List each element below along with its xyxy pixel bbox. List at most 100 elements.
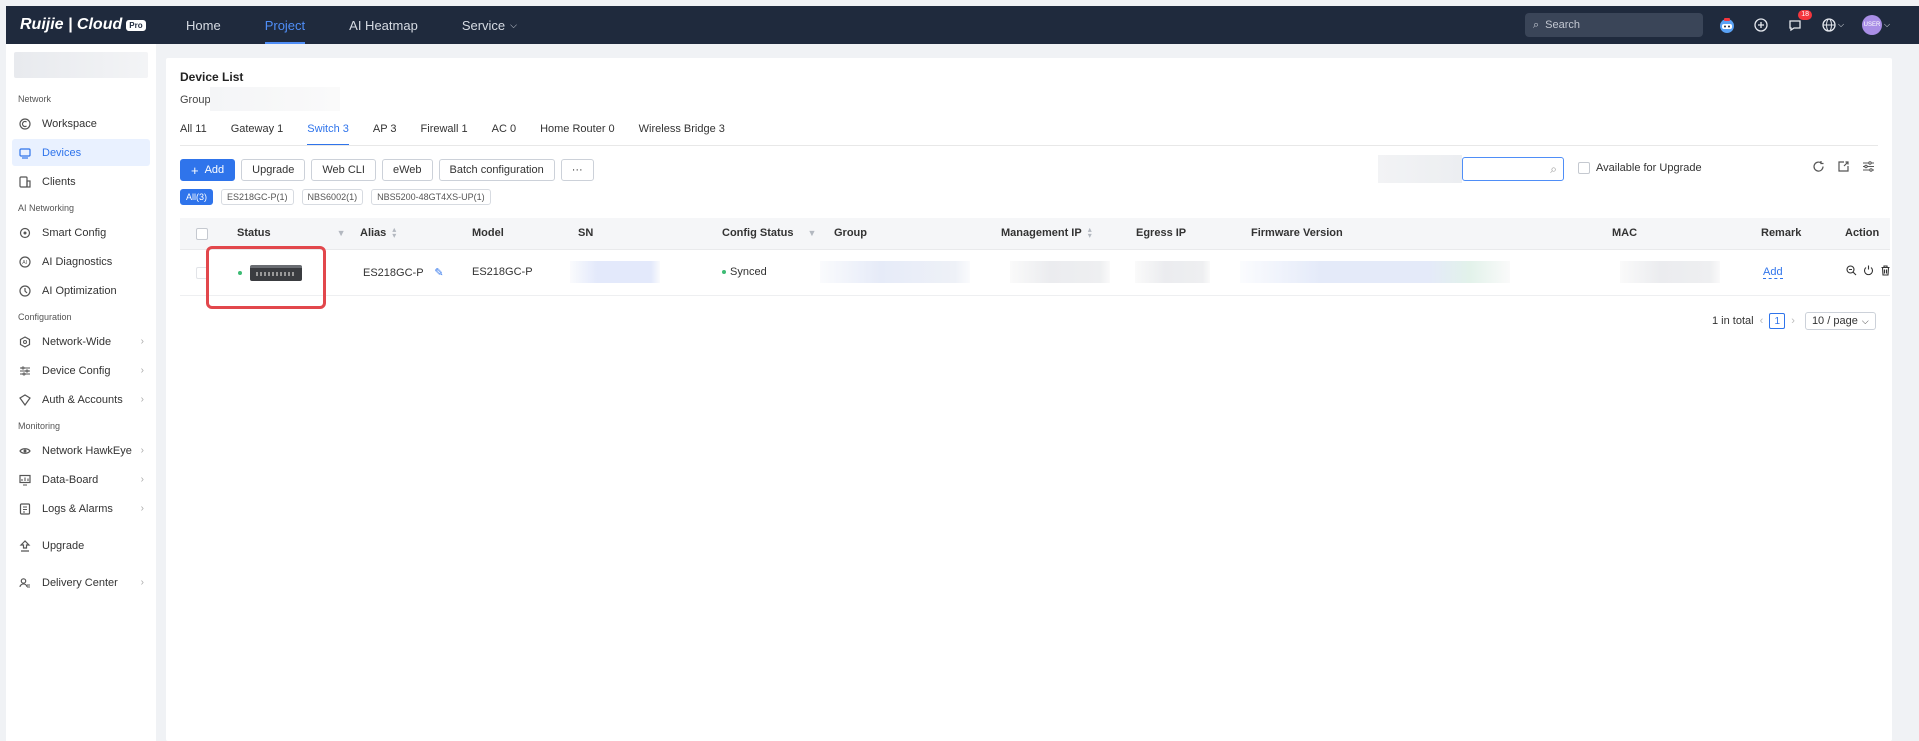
sidebar-item-network-hawkeye[interactable]: Network HawkEye › — [12, 437, 150, 464]
group-value — [210, 87, 340, 111]
sidebar-item-workspace[interactable]: Workspace — [12, 110, 150, 137]
sidebar-item-auth-accounts[interactable]: Auth & Accounts › — [12, 386, 150, 413]
tab-wireless-bridge[interactable]: Wireless Bridge 3 — [639, 120, 725, 146]
nav-service[interactable]: Service ⌵ — [440, 6, 539, 44]
chip-nbs5200[interactable]: NBS5200-48GT4XS-UP(1) — [371, 189, 491, 205]
filter-icon[interactable]: ▼ — [337, 228, 346, 238]
edit-pencil-icon[interactable]: ✎ — [434, 267, 443, 279]
col-management-ip: Management IP ▴ ▾ — [1001, 226, 1092, 240]
sidebar-item-network-wide[interactable]: Network-Wide › — [12, 328, 150, 355]
sidebar-item-label: Data-Board — [42, 473, 99, 486]
zoom-detail-icon[interactable] — [1846, 265, 1857, 279]
col-sn: SN — [578, 227, 594, 239]
search-placeholder: Search — [1545, 19, 1581, 31]
chevron-right-icon: › — [140, 365, 144, 376]
logs-alarms-icon — [18, 502, 32, 516]
remark-add-link[interactable]: Add — [1763, 266, 1783, 279]
search-icon: ⌕ — [1550, 161, 1557, 176]
chip-es218gc-p[interactable]: ES218GC-P(1) — [221, 189, 294, 205]
add-circle-icon[interactable] — [1751, 15, 1771, 35]
nav-service-label: Service — [461, 17, 506, 33]
device-list-panel: Device List Group All 11 Gateway 1 Switc… — [166, 58, 1892, 741]
tab-firewall[interactable]: Firewall 1 — [421, 120, 468, 146]
config-status-value: Synced — [730, 266, 767, 278]
sidebar-item-ai-optimization[interactable]: AI Optimization — [12, 277, 150, 304]
device-config-icon — [18, 364, 32, 378]
batch-configuration-button[interactable]: Batch configuration — [438, 159, 555, 181]
toolbar: + Add Upgrade Web CLI eWeb Batch configu… — [180, 159, 594, 181]
sidebar-item-ai-diagnostics[interactable]: AI AI Diagnostics — [12, 248, 150, 275]
table-row[interactable]: ES218GC-P ✎ ES218GC-P Synced Add — [180, 250, 1890, 296]
tab-ap[interactable]: AP 3 — [373, 120, 397, 146]
pagination: 1 in total ‹ 1 › 10 / page ⌵ — [1712, 312, 1876, 330]
export-icon[interactable] — [1837, 160, 1850, 176]
tab-gateway[interactable]: Gateway 1 — [231, 120, 284, 146]
reboot-icon[interactable] — [1863, 265, 1874, 279]
tab-all[interactable]: All 11 — [180, 120, 207, 146]
notification-badge: 18 — [1798, 10, 1812, 20]
col-status: Status ▼ — [237, 227, 346, 239]
chevron-down-icon: ⌵ — [1883, 20, 1891, 29]
refresh-icon[interactable] — [1812, 160, 1825, 176]
search-scope-select[interactable] — [1378, 155, 1462, 183]
group-value-cell — [820, 261, 970, 283]
more-button[interactable]: ··· — [560, 159, 594, 181]
sidebar-item-label: Upgrade — [42, 539, 85, 552]
sidebar-item-label: Workspace — [42, 117, 97, 130]
upgrade-button[interactable]: Upgrade — [241, 159, 306, 181]
sort-icon[interactable]: ▴ ▾ — [1088, 226, 1092, 240]
chip-all[interactable]: All(3) — [180, 189, 214, 205]
nav-ai-heatmap[interactable]: AI Heatmap — [327, 6, 440, 44]
delete-icon[interactable] — [1880, 265, 1891, 279]
col-status-label: Status — [237, 227, 271, 239]
column-settings-icon[interactable] — [1862, 160, 1875, 176]
page-title: Device List — [180, 70, 244, 84]
global-search[interactable]: ⌕ Search — [1525, 13, 1703, 37]
sidebar-item-logs-alarms[interactable]: Logs & Alarms › — [12, 495, 150, 522]
mac-value — [1620, 261, 1720, 283]
sidebar-item-devices[interactable]: Devices — [12, 139, 150, 166]
page-size-select[interactable]: 10 / page ⌵ — [1804, 312, 1876, 330]
sidebar: Network Workspace Devices Clients AI Net… — [6, 44, 156, 741]
ai-diagnostics-icon: AI — [18, 255, 32, 269]
tab-switch[interactable]: Switch 3 — [307, 120, 349, 146]
available-for-upgrade-filter[interactable]: Available for Upgrade — [1578, 162, 1702, 174]
page-number[interactable]: 1 — [1769, 313, 1786, 329]
eweb-button[interactable]: eWeb — [381, 159, 433, 181]
web-cli-button[interactable]: Web CLI — [311, 159, 376, 181]
section-monitoring: Monitoring — [18, 421, 61, 431]
project-selector[interactable] — [14, 52, 148, 78]
sidebar-item-clients[interactable]: Clients — [12, 168, 150, 195]
add-device-button[interactable]: + Add — [180, 159, 236, 181]
tab-home-router[interactable]: Home Router 0 — [540, 120, 615, 146]
delivery-center-icon — [18, 576, 32, 590]
message-icon[interactable]: 18 — [1785, 10, 1812, 35]
select-all-checkbox[interactable] — [196, 228, 208, 240]
sidebar-item-data-board[interactable]: Data-Board › — [12, 466, 150, 493]
filter-icon[interactable]: ▼ — [808, 228, 817, 238]
col-alias: Alias ▴ ▾ — [360, 226, 396, 240]
next-page-icon[interactable]: › — [1791, 315, 1795, 327]
sidebar-item-delivery-center[interactable]: Delivery Center › — [12, 569, 150, 596]
sidebar-item-device-config[interactable]: Device Config › — [12, 357, 150, 384]
prev-page-icon[interactable]: ‹ — [1760, 315, 1764, 327]
logo[interactable]: Ruijie | Cloud Pro — [6, 16, 164, 34]
nav-home[interactable]: Home — [164, 6, 243, 44]
sidebar-item-upgrade[interactable]: Upgrade — [12, 532, 150, 559]
chip-nbs6002[interactable]: NBS6002(1) — [301, 189, 364, 205]
device-search-input[interactable]: ⌕ — [1462, 157, 1564, 181]
assistant-robot-icon[interactable] — [1717, 15, 1737, 35]
nav-project[interactable]: Project — [243, 6, 327, 44]
sidebar-item-smart-config[interactable]: Smart Config — [12, 219, 150, 246]
upgrade-checkbox[interactable] — [1578, 162, 1590, 174]
avatar: USER — [1861, 15, 1882, 35]
management-ip-value[interactable] — [1010, 261, 1110, 283]
section-configuration: Configuration — [18, 312, 72, 322]
tab-ac[interactable]: AC 0 — [492, 120, 516, 146]
egress-ip-value — [1135, 261, 1210, 283]
available-for-upgrade-label: Available for Upgrade — [1596, 162, 1702, 174]
user-menu[interactable]: USER ⌵ — [1861, 15, 1891, 35]
sidebar-item-label: Delivery Center — [42, 576, 118, 589]
sort-icon[interactable]: ▴ ▾ — [392, 226, 396, 240]
language-globe-icon[interactable]: ⌵ — [1819, 15, 1847, 35]
